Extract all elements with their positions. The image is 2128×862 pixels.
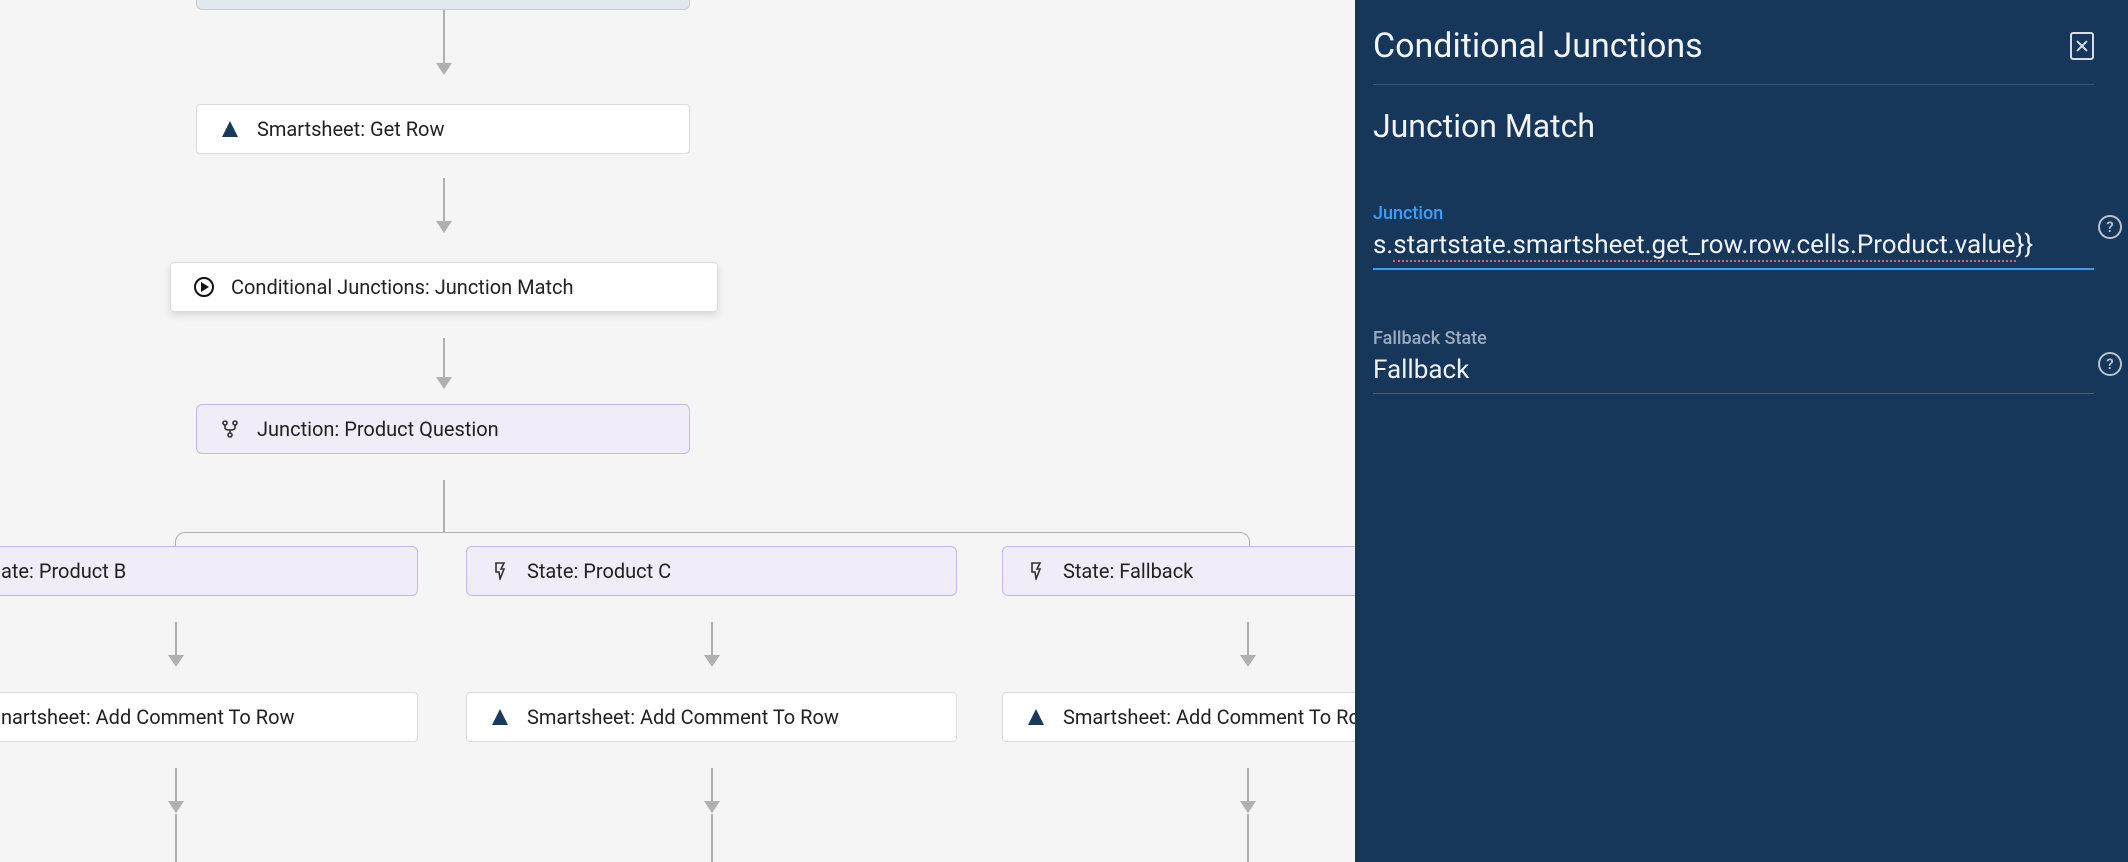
help-icon[interactable]: ? <box>2098 215 2122 239</box>
node-label: State: Fallback <box>1063 559 1193 583</box>
node-action-c[interactable]: Smartsheet: Add Comment To Row <box>466 692 957 742</box>
node-action-b[interactable]: nartsheet: Add Comment To Row <box>0 692 418 742</box>
node-product-question[interactable]: Junction: Product Question <box>196 404 690 454</box>
node-label: ate: Product B <box>1 559 126 583</box>
junction-label: Junction <box>1373 203 2094 224</box>
fallback-input[interactable]: Fallback <box>1373 349 2094 393</box>
junction-icon <box>219 418 241 440</box>
junction-input[interactable]: s.startstate.smartsheet.get_row.row.cell… <box>1373 224 2094 268</box>
fallback-label: Fallback State <box>1373 328 2094 349</box>
node-state-product-b[interactable]: ate: Product B <box>0 546 418 596</box>
node-label: nartsheet: Add Comment To Row <box>1 705 295 729</box>
workflow-canvas[interactable]: Smartsheet: Get Row Conditional Junction… <box>0 0 1355 862</box>
state-icon <box>1025 560 1047 582</box>
connector-tail <box>711 814 713 862</box>
node-start-state[interactable] <box>196 0 690 10</box>
smartsheet-icon <box>1025 706 1047 728</box>
panel-subtitle: Junction Match <box>1373 107 2094 145</box>
fallback-field[interactable]: Fallback State Fallback ? <box>1373 328 2094 394</box>
properties-panel: Conditional Junctions Junction Match Jun… <box>1355 0 2128 862</box>
node-get-row[interactable]: Smartsheet: Get Row <box>196 104 690 154</box>
node-label: State: Product C <box>527 559 671 583</box>
connector-stem <box>443 480 445 532</box>
help-icon[interactable]: ? <box>2098 352 2122 376</box>
play-icon <box>193 276 215 298</box>
node-label: Junction: Product Question <box>257 417 499 441</box>
connector-tail <box>1247 814 1249 862</box>
node-label: Smartsheet: Get Row <box>257 117 445 141</box>
close-icon[interactable] <box>2070 32 2094 60</box>
state-icon <box>489 560 511 582</box>
connector-tail <box>175 814 177 862</box>
node-state-product-c[interactable]: State: Product C <box>466 546 957 596</box>
node-label: Smartsheet: Add Comment To Row <box>1063 705 1375 729</box>
branch-connector <box>175 532 1250 546</box>
panel-title: Conditional Junctions <box>1373 26 1703 66</box>
smartsheet-icon <box>489 706 511 728</box>
node-junction-match[interactable]: Conditional Junctions: Junction Match <box>170 262 718 312</box>
junction-field[interactable]: Junction s.startstate.smartsheet.get_row… <box>1373 203 2094 270</box>
node-label: Smartsheet: Add Comment To Row <box>527 705 839 729</box>
node-label: Conditional Junctions: Junction Match <box>231 275 574 299</box>
smartsheet-icon <box>219 118 241 140</box>
